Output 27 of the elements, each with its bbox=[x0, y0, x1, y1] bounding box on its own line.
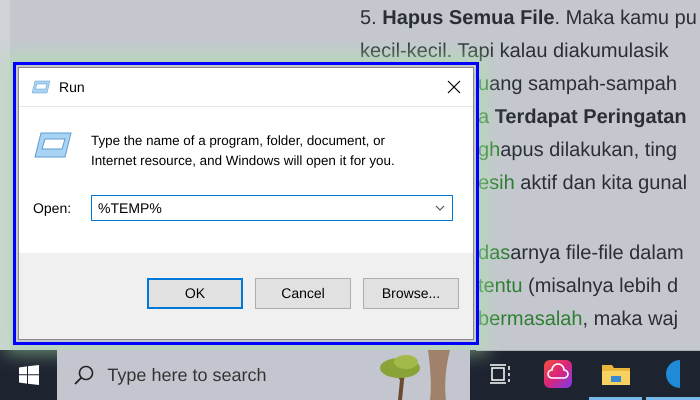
search-placeholder: Type here to search bbox=[107, 364, 268, 386]
run-icon bbox=[33, 131, 73, 159]
dialog-title: Run bbox=[59, 79, 86, 95]
windows-icon bbox=[18, 365, 39, 385]
close-icon[interactable] bbox=[447, 80, 461, 94]
task-view-icon bbox=[489, 364, 512, 384]
dialog-message: Type the name of a program, folder, document, or Internet resource, and Windows will open it for you. bbox=[91, 132, 396, 170]
article-text: a Terdapat Peringatan bbox=[478, 106, 687, 129]
article-text: 5. Hapus Semua File. Maka kamu pu bbox=[360, 7, 697, 30]
chevron-down-icon[interactable] bbox=[435, 205, 445, 211]
dialog-button[interactable]: Browse... bbox=[363, 278, 459, 308]
cloud-app-icon bbox=[544, 360, 572, 388]
dialog-button[interactable]: OK bbox=[147, 278, 243, 308]
search-icon bbox=[73, 364, 96, 386]
article-text: uang sampah-sampah bbox=[478, 73, 678, 96]
search-field[interactable]: Type here to search bbox=[57, 350, 470, 400]
article-text: esih aktif dan kita gunal bbox=[478, 172, 688, 195]
open-label: Open: bbox=[33, 200, 71, 216]
run-icon bbox=[31, 80, 51, 94]
article-text: dasarnya file-file dalam bbox=[478, 242, 684, 265]
article-text: kecil-kecil. Tapi kalau diakumulasik bbox=[360, 40, 669, 63]
article-text: ghapus dilakukan, ting bbox=[478, 139, 678, 162]
open-field[interactable]: %TEMP% bbox=[91, 195, 453, 221]
browser-icon bbox=[666, 360, 680, 388]
article-text: bermasalah, maka waj bbox=[478, 308, 678, 331]
article-text: tentu (misalnya lebih d bbox=[478, 275, 678, 298]
dialog-button[interactable]: Cancel bbox=[255, 278, 351, 308]
